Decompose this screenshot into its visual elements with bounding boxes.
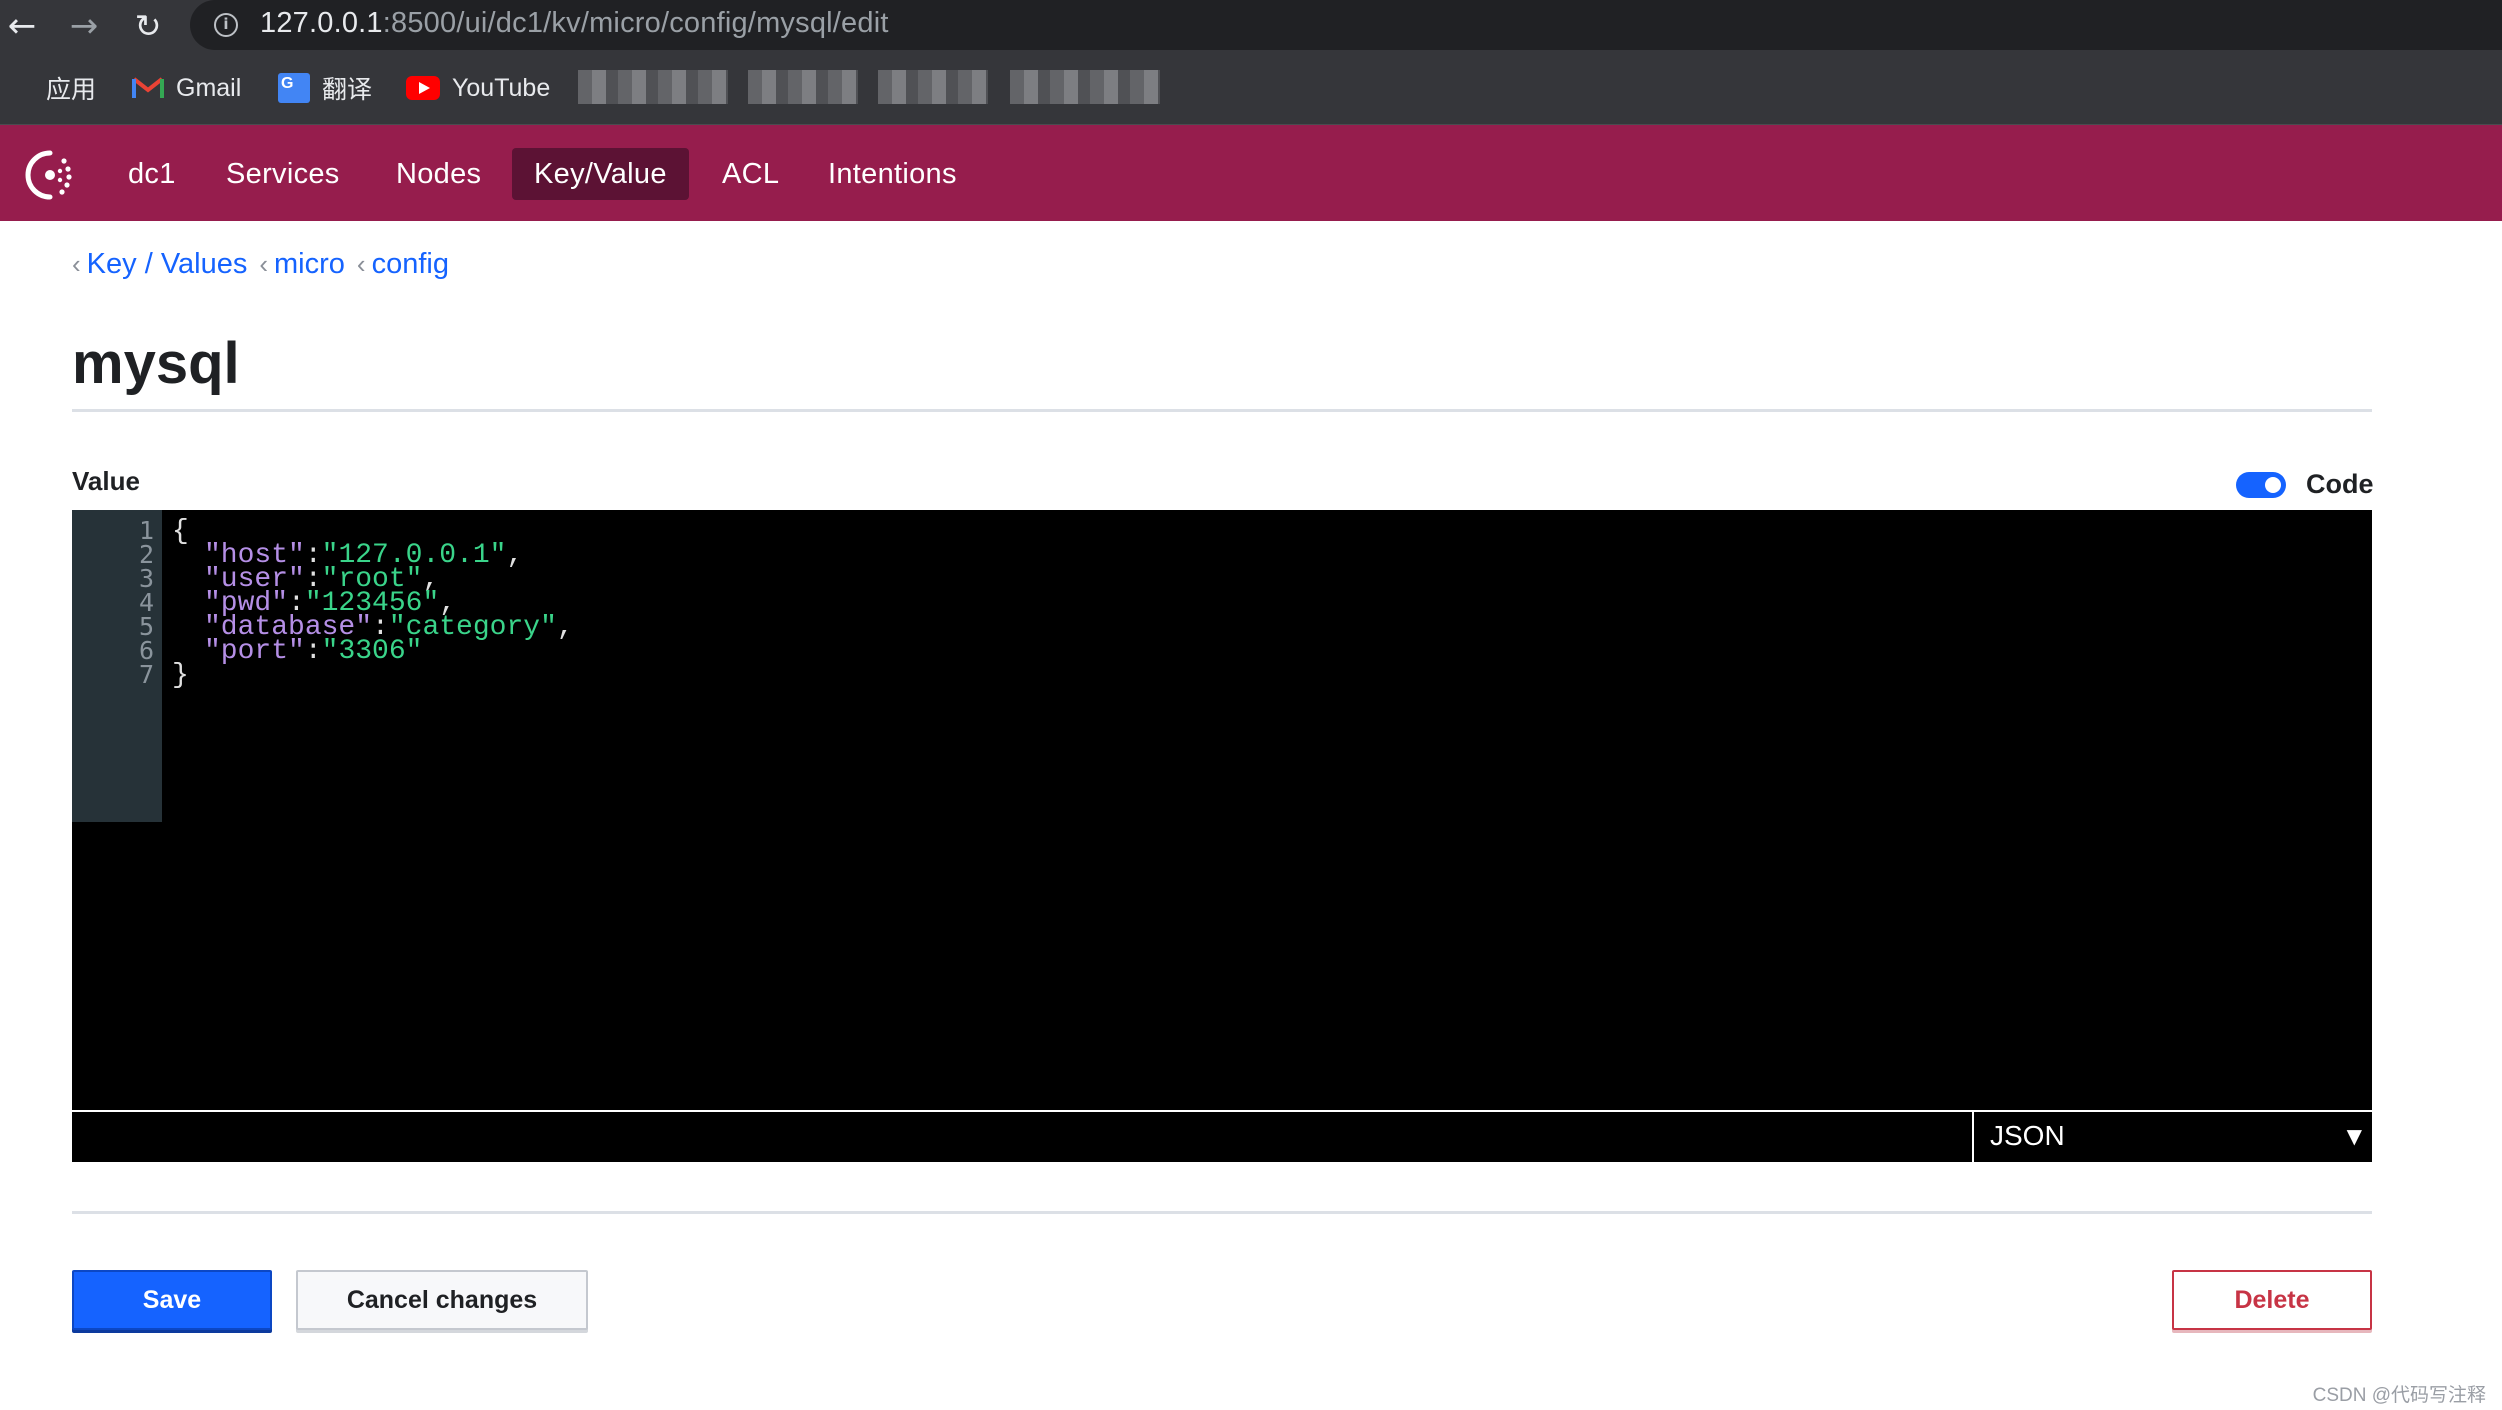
- breadcrumb-label: micro: [274, 248, 345, 280]
- breadcrumb-micro[interactable]: ‹ micro: [259, 248, 345, 281]
- line-number: 7: [138, 660, 154, 689]
- chevron-left-icon: ‹: [72, 249, 81, 279]
- breadcrumb-label: Key / Values: [86, 248, 248, 280]
- back-arrow-icon[interactable]: ←: [2, 6, 42, 46]
- divider: [72, 1211, 2372, 1214]
- line-number-gutter: 1 2 3 4 5 6 7: [72, 510, 162, 822]
- nav-datacenter[interactable]: dc1: [106, 148, 198, 200]
- cancel-changes-button[interactable]: Cancel changes: [296, 1270, 588, 1330]
- apps-grid-icon: [6, 74, 34, 102]
- breadcrumb-config[interactable]: ‹ config: [357, 248, 449, 281]
- editor-footer: JSON ▼: [72, 1110, 2372, 1162]
- brace: {: [172, 516, 189, 547]
- caret-down-icon: ▼: [2346, 1124, 2362, 1148]
- breadcrumb: ‹ Key / Values ‹ micro ‹ config: [72, 248, 461, 281]
- watermark: CSDN @代码写注释: [2312, 1385, 2486, 1406]
- code-editor[interactable]: 1 2 3 4 5 6 7 { "host":"127.0.0.1", "use…: [72, 510, 2372, 1110]
- address-bar[interactable]: i 127.0.0.1:8500/ui/dc1/kv/micro/config/…: [190, 0, 2502, 50]
- blurred-bookmark[interactable]: [578, 70, 728, 104]
- syntax-mode-value: JSON: [1990, 1120, 2065, 1151]
- browser-toolbar: ← → ↻ i 127.0.0.1:8500/ui/dc1/kv/micro/c…: [0, 0, 2502, 50]
- bookmark-apps[interactable]: 应用: [6, 72, 96, 104]
- comma: ,: [556, 612, 574, 643]
- json-value: "3306": [321, 636, 423, 667]
- url-text[interactable]: 127.0.0.1:8500/ui/dc1/kv/micro/config/my…: [260, 7, 889, 40]
- json-key: "port": [204, 636, 305, 667]
- bookmark-label: Gmail: [176, 73, 242, 102]
- info-icon[interactable]: i: [214, 13, 238, 37]
- chevron-left-icon: ‹: [259, 249, 269, 279]
- comma: ,: [506, 540, 524, 571]
- gmail-icon: [132, 76, 164, 100]
- nav-services[interactable]: Services: [204, 148, 362, 200]
- brace: }: [172, 660, 189, 691]
- nav-intentions[interactable]: Intentions: [806, 148, 979, 200]
- nav-nodes[interactable]: Nodes: [374, 148, 503, 200]
- breadcrumb-key-values[interactable]: ‹ Key / Values: [72, 248, 247, 281]
- forward-arrow-icon[interactable]: →: [64, 6, 104, 46]
- page-title: mysql: [72, 331, 240, 396]
- blurred-bookmark[interactable]: [878, 70, 988, 104]
- nav-acl[interactable]: ACL: [700, 148, 801, 200]
- save-button[interactable]: Save: [72, 1270, 272, 1330]
- code-toggle-label[interactable]: Code: [2306, 469, 2374, 500]
- bookmark-label: 翻译: [322, 76, 373, 104]
- syntax-mode-select[interactable]: JSON ▼: [1972, 1112, 2372, 1162]
- nav-key-value[interactable]: Key/Value: [512, 148, 689, 200]
- youtube-icon: [406, 76, 440, 100]
- consul-logo-icon[interactable]: [22, 147, 78, 203]
- google-translate-icon: [278, 73, 310, 103]
- blurred-bookmark[interactable]: [1010, 70, 1160, 104]
- bookmark-gmail[interactable]: Gmail: [132, 72, 241, 104]
- bookmark-youtube[interactable]: YouTube: [406, 72, 550, 104]
- bookmark-translate[interactable]: 翻译: [278, 72, 372, 104]
- code-line[interactable]: "port":"3306": [204, 636, 422, 667]
- bookmarks-bar: 应用 Gmail 翻译 YouTube: [0, 50, 2502, 125]
- code-toggle[interactable]: [2236, 472, 2286, 498]
- app-header: dc1 Services Nodes Key/Value ACL Intenti…: [0, 125, 2502, 221]
- code-line[interactable]: {: [172, 516, 189, 547]
- delete-button[interactable]: Delete: [2172, 1270, 2372, 1330]
- bookmark-label: 应用: [46, 76, 97, 104]
- url-host: 127.0.0.1: [260, 7, 383, 39]
- bookmark-label: YouTube: [452, 73, 551, 102]
- value-label: Value: [72, 466, 140, 496]
- divider: [72, 409, 2372, 412]
- chevron-left-icon: ‹: [356, 249, 366, 279]
- reload-icon[interactable]: ↻: [128, 6, 168, 46]
- code-line[interactable]: }: [172, 660, 189, 691]
- blurred-bookmark[interactable]: [748, 70, 858, 104]
- url-path: :8500/ui/dc1/kv/micro/config/mysql/edit: [382, 7, 889, 39]
- breadcrumb-label: config: [371, 248, 449, 280]
